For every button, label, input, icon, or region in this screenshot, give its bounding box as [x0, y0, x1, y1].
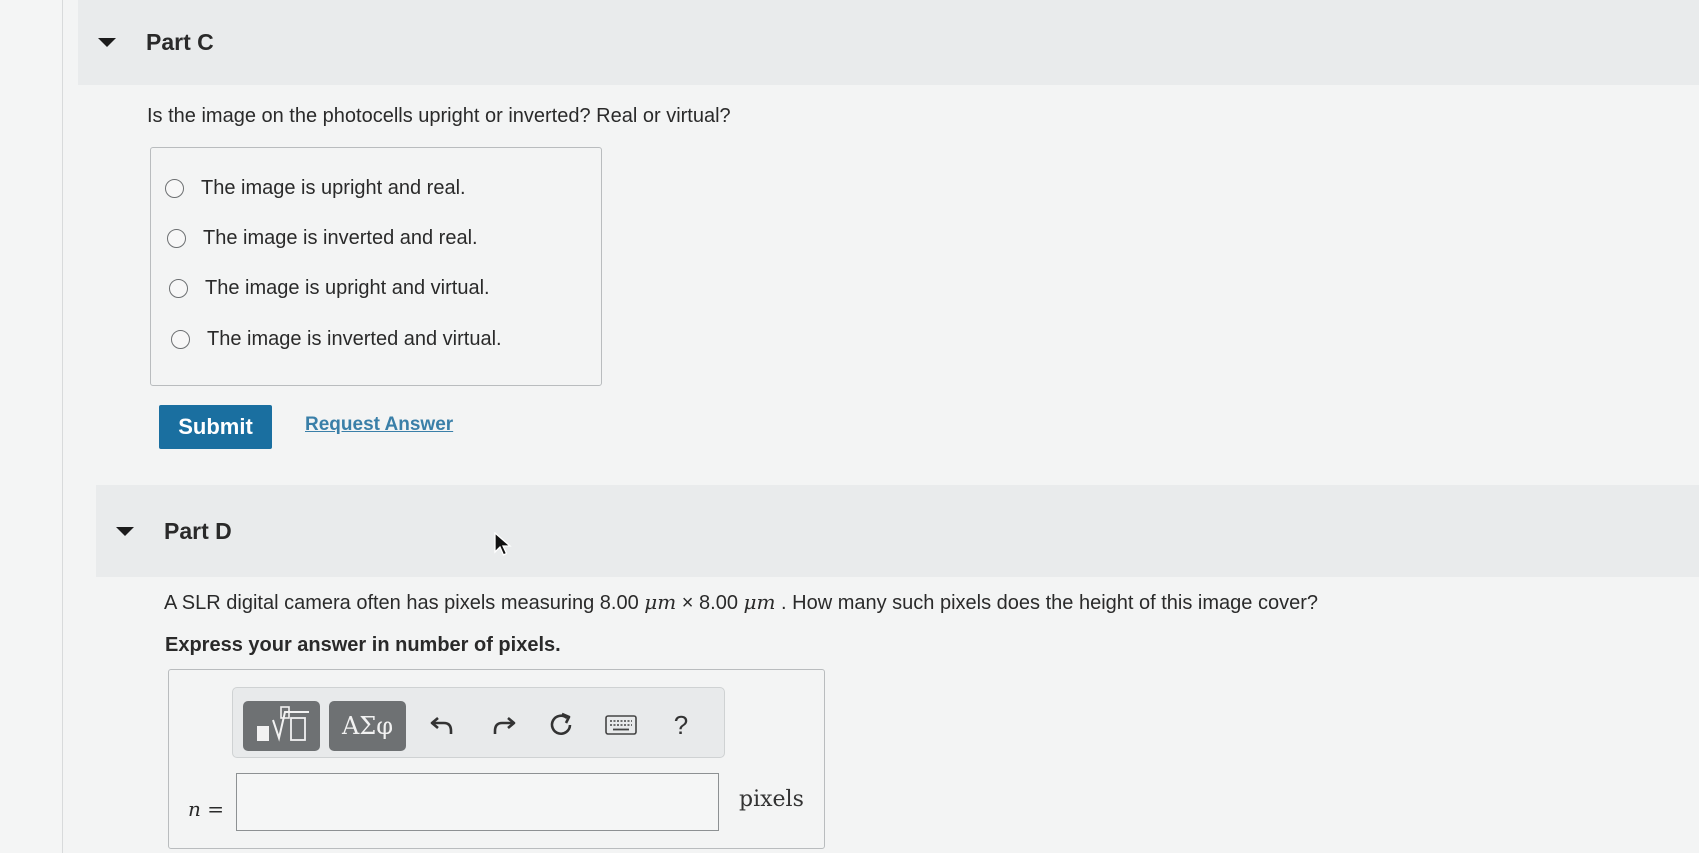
option-inverted-real[interactable]: The image is inverted and real.: [167, 227, 478, 250]
part-c-header[interactable]: Part C: [78, 0, 1699, 85]
options-box: The image is upright and real. The image…: [150, 147, 602, 386]
left-rail: [0, 0, 63, 853]
radio-button[interactable]: [167, 229, 186, 248]
answer-variable-label: n =: [188, 797, 224, 821]
undo-icon: [430, 717, 453, 734]
caret-down-icon[interactable]: [98, 38, 116, 47]
templates-button[interactable]: [243, 701, 320, 751]
answer-unit-label: pixels: [739, 787, 804, 812]
option-inverted-virtual[interactable]: The image is inverted and virtual.: [171, 328, 502, 351]
request-answer-link[interactable]: Request Answer: [305, 414, 453, 436]
part-c-title: Part C: [146, 29, 214, 55]
radio-button[interactable]: [169, 279, 188, 298]
option-label: The image is inverted and real.: [203, 227, 478, 249]
caret-down-icon[interactable]: [116, 526, 134, 536]
question-text-prefix: A SLR digital camera often has pixels me…: [164, 592, 645, 614]
part-d-header[interactable]: Part D: [96, 485, 1699, 577]
part-d-title: Part D: [164, 517, 232, 544]
undo-button[interactable]: [423, 702, 463, 748]
radio-button[interactable]: [171, 330, 190, 349]
unit-micrometer: μm: [644, 590, 677, 614]
help-button[interactable]: ?: [661, 702, 701, 748]
dimension-value: 8.00: [699, 592, 744, 614]
submit-button[interactable]: Submit: [159, 405, 272, 449]
keyboard-icon: [605, 715, 637, 735]
math-toolbar: ΑΣφ ?: [232, 687, 725, 758]
keyboard-button[interactable]: [599, 702, 643, 748]
unit-micrometer: μm: [743, 590, 776, 614]
option-upright-real[interactable]: The image is upright and real.: [165, 177, 466, 200]
variable-n: n: [188, 797, 201, 821]
option-label: The image is upright and real.: [201, 177, 466, 199]
times-symbol: ×: [676, 592, 700, 614]
option-upright-virtual[interactable]: The image is upright and virtual.: [169, 277, 490, 300]
templates-icon: [256, 706, 309, 742]
question-text-suffix: . How many such pixels does the height o…: [775, 592, 1318, 614]
answer-instruction: Express your answer in number of pixels.: [165, 634, 561, 656]
equals-sign: =: [200, 797, 225, 821]
option-label: The image is inverted and virtual.: [207, 328, 502, 350]
answer-input[interactable]: [236, 773, 719, 831]
reset-icon: [550, 712, 572, 735]
redo-icon: [493, 717, 516, 734]
option-label: The image is upright and virtual.: [205, 277, 490, 299]
part-d-question: A SLR digital camera often has pixels me…: [164, 590, 1318, 615]
reset-button[interactable]: [541, 702, 581, 748]
greek-symbols-button[interactable]: ΑΣφ: [329, 701, 406, 751]
redo-button[interactable]: [483, 702, 523, 748]
radio-button[interactable]: [165, 179, 184, 198]
mouse-cursor-icon: [494, 531, 512, 563]
part-c-question: Is the image on the photocells upright o…: [147, 105, 731, 127]
